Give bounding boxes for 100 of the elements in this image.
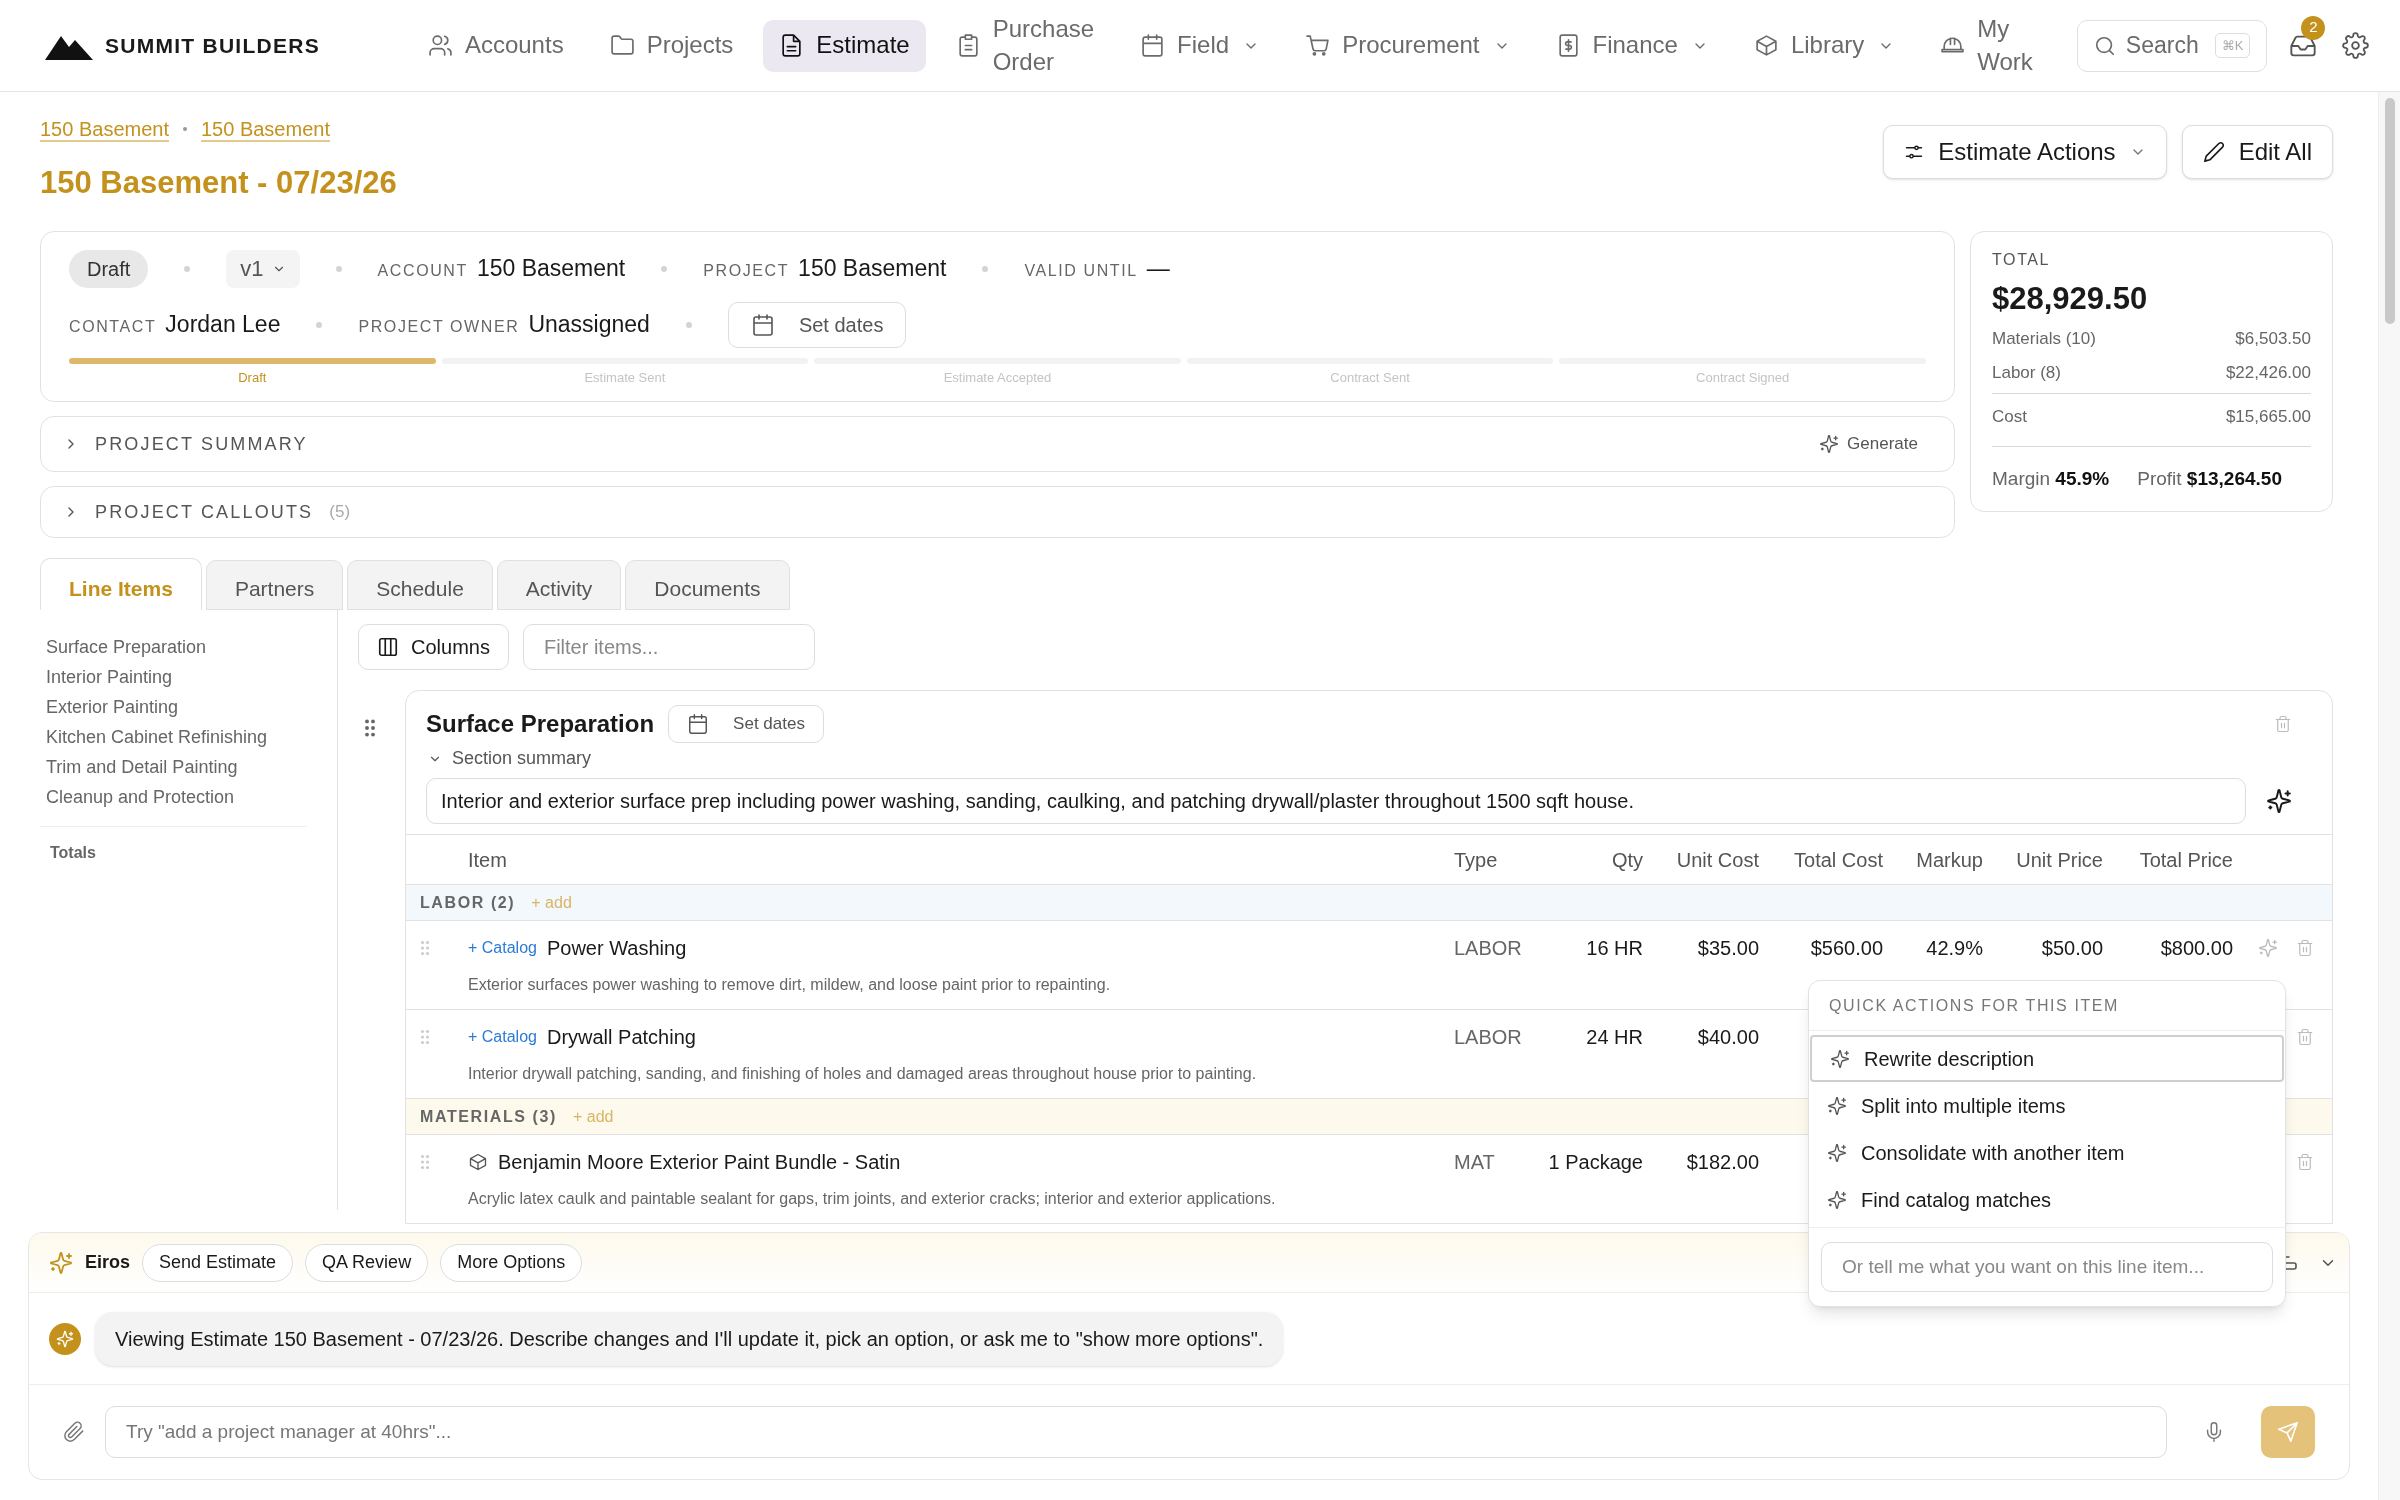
brand-name: SUMMIT BUILDERS xyxy=(105,32,320,59)
column-header: Markup xyxy=(1915,847,1984,873)
nav-item[interactable]: My Work xyxy=(1924,19,2049,72)
summary-value: $6,503.50 xyxy=(2235,328,2311,350)
summary-label: Labor (8) xyxy=(1992,361,2061,384)
menu-title: QUICK ACTIONS FOR THIS ITEM xyxy=(1809,981,2285,1031)
group-label: MATERIALS (3) xyxy=(420,1106,557,1127)
project-callouts-panel[interactable]: PROJECT CALLOUTS (5) xyxy=(40,486,1955,538)
group-label: LABOR (2) xyxy=(420,892,516,913)
menu-item[interactable]: Split into multiple items xyxy=(1809,1082,2285,1129)
instruction-field[interactable]: Or tell me what you want on this line item... xyxy=(1821,1242,2273,1292)
cell-value: 24 HR xyxy=(1586,1026,1643,1048)
menu-item[interactable]: Rewrite description xyxy=(1810,1035,2284,1082)
summary-value: $22,426.00 xyxy=(2225,361,2311,384)
message-input[interactable]: Try "add a project manager at 40hrs"... xyxy=(105,1406,2167,1458)
set-dates-button[interactable]: Set dates xyxy=(727,301,907,348)
total-amount: $28,929.50 xyxy=(1992,279,2149,318)
actions-menu-button[interactable]: Estimate Actions xyxy=(1883,125,2167,179)
item-description: Acrylic latex caulk and paintable sealant for gaps, trim joints, and exterior cracks; interior and exterior applications. xyxy=(468,1190,1276,1207)
tab[interactable]: Activity xyxy=(496,560,622,610)
cell-value: MAT xyxy=(1454,1151,1495,1173)
version-select[interactable]: v1 xyxy=(226,249,300,288)
menu-item[interactable]: Find catalog matches xyxy=(1809,1176,2285,1223)
assistant-message: Viewing Estimate 150 Basement - 07/23/26. Describe changes and I'll update it, pick an option, or ask me to "show more options". xyxy=(95,1311,1284,1366)
profit-text: Profit $13,264.50 xyxy=(2137,466,2282,491)
tab[interactable]: Documents xyxy=(625,560,790,610)
outline-item[interactable]: Cleanup and Protection xyxy=(40,782,337,812)
item-name: Benjamin Moore Exterior Paint Bundle - Satin xyxy=(498,1150,901,1175)
summary-label: Cost xyxy=(1992,406,2027,428)
margin-text: Margin 45.9% xyxy=(1992,466,2110,491)
cell-value: 16 HR xyxy=(1586,937,1643,959)
column-header: Item xyxy=(467,847,508,873)
summary-field[interactable]: Interior and exterior surface prep including power washing, sanding, caulking, and patching drywall/plaster throughout 1500 sqft house. xyxy=(426,778,2246,824)
suggestion-chip[interactable]: More Options xyxy=(440,1243,583,1282)
edit-button[interactable]: Edit All xyxy=(2181,125,2333,179)
cell-value: 42.9% xyxy=(1926,937,1983,959)
catalog-link[interactable]: + Catalog xyxy=(468,1025,537,1049)
field-value: Unassigned xyxy=(528,310,650,340)
cell-value: $560.00 xyxy=(1810,937,1883,959)
section-summary-toggle[interactable]: Section summary xyxy=(428,745,592,772)
field-label: ACCOUNT xyxy=(377,261,468,282)
nav-item[interactable]: Estimate xyxy=(763,19,926,72)
cell-value: $35.00 xyxy=(1697,937,1759,959)
project-summary-panel[interactable]: PROJECT SUMMARY Generate xyxy=(40,416,1955,472)
field-label: PROJECT OWNER xyxy=(358,317,520,338)
stage-label: Estimate Accepted xyxy=(943,368,1052,387)
filter-field[interactable]: Filter items... xyxy=(522,624,815,670)
section-title: Surface Preparation xyxy=(426,709,655,739)
cell-value: LABOR xyxy=(1454,937,1522,959)
field-value: 150 Basement xyxy=(798,254,947,284)
cell-value: 1 Package xyxy=(1548,1151,1643,1173)
nav-item[interactable]: Projects xyxy=(593,19,750,72)
totals-label: TOTAL xyxy=(1992,249,2052,270)
columns-button[interactable]: Columns xyxy=(358,624,509,670)
field-label: VALID UNTIL xyxy=(1024,261,1138,282)
callout-count: (5) xyxy=(329,501,351,524)
nav-item[interactable]: Accounts xyxy=(411,19,580,72)
nav-item[interactable]: Procurement xyxy=(1289,19,1526,72)
catalog-link[interactable]: + Catalog xyxy=(468,936,537,960)
menu-item[interactable]: Consolidate with another item xyxy=(1809,1129,2285,1176)
tab[interactable]: Partners xyxy=(205,560,344,610)
tab[interactable]: Schedule xyxy=(347,560,493,610)
search-button[interactable]: Search ⌘K xyxy=(2076,19,2268,72)
summary-label: Materials (10) xyxy=(1992,328,2096,350)
column-header: Unit Cost xyxy=(1675,847,1760,873)
nav-item[interactable]: Purchase Order xyxy=(939,19,1111,72)
suggestion-chip[interactable]: Send Estimate xyxy=(142,1243,294,1282)
stage-label: Contract Sent xyxy=(1330,368,1410,387)
outline-totals[interactable]: Totals xyxy=(40,841,337,865)
column-header: Unit Price xyxy=(2015,847,2104,873)
outline-item[interactable]: Surface Preparation xyxy=(40,632,337,662)
nav-item[interactable]: Library xyxy=(1737,19,1911,72)
assistant-name: Eiros xyxy=(85,1251,131,1274)
generate-button[interactable]: Generate xyxy=(1819,431,1918,457)
cell-value: LABOR xyxy=(1454,1026,1522,1048)
field-label: CONTACT xyxy=(69,317,157,338)
nav-item[interactable]: Field xyxy=(1124,19,1276,72)
field-value: Jordan Lee xyxy=(165,310,281,340)
notification-badge: 2 xyxy=(2301,15,2326,40)
field-value: — xyxy=(1146,254,1170,284)
item-description: Exterior surfaces power washing to remove dirt, mildew, and loose paint prior to repainting. xyxy=(468,976,1111,993)
suggestion-chip[interactable]: QA Review xyxy=(305,1243,429,1282)
stage-label: Estimate Sent xyxy=(584,368,666,387)
summary-value: $15,665.00 xyxy=(2225,406,2311,428)
outline-item[interactable]: Exterior Painting xyxy=(40,692,337,722)
cell-value: $50.00 xyxy=(2041,937,2103,959)
set-dates-button[interactable]: Set dates xyxy=(668,705,824,743)
item-name: Drywall Patching xyxy=(546,1025,696,1050)
shortcut-key: ⌘K xyxy=(2214,32,2251,59)
field-label: PROJECT xyxy=(703,261,790,282)
outline-item[interactable]: Kitchen Cabinet Refinishing xyxy=(40,722,337,752)
item-description: Interior drywall patching, sanding, and finishing of holes and damaged areas throughout house prior to painting. xyxy=(468,1065,1257,1082)
outline-item[interactable]: Interior Painting xyxy=(40,662,337,692)
item-name: Power Washing xyxy=(546,936,687,961)
column-header: Total Cost xyxy=(1793,847,1884,873)
nav-item[interactable]: Finance xyxy=(1539,19,1724,72)
outline-item[interactable]: Trim and Detail Painting xyxy=(40,752,337,782)
panel-title: PROJECT SUMMARY xyxy=(95,432,308,456)
cell-value: $40.00 xyxy=(1697,1026,1759,1048)
stage-label: Draft xyxy=(238,368,267,387)
